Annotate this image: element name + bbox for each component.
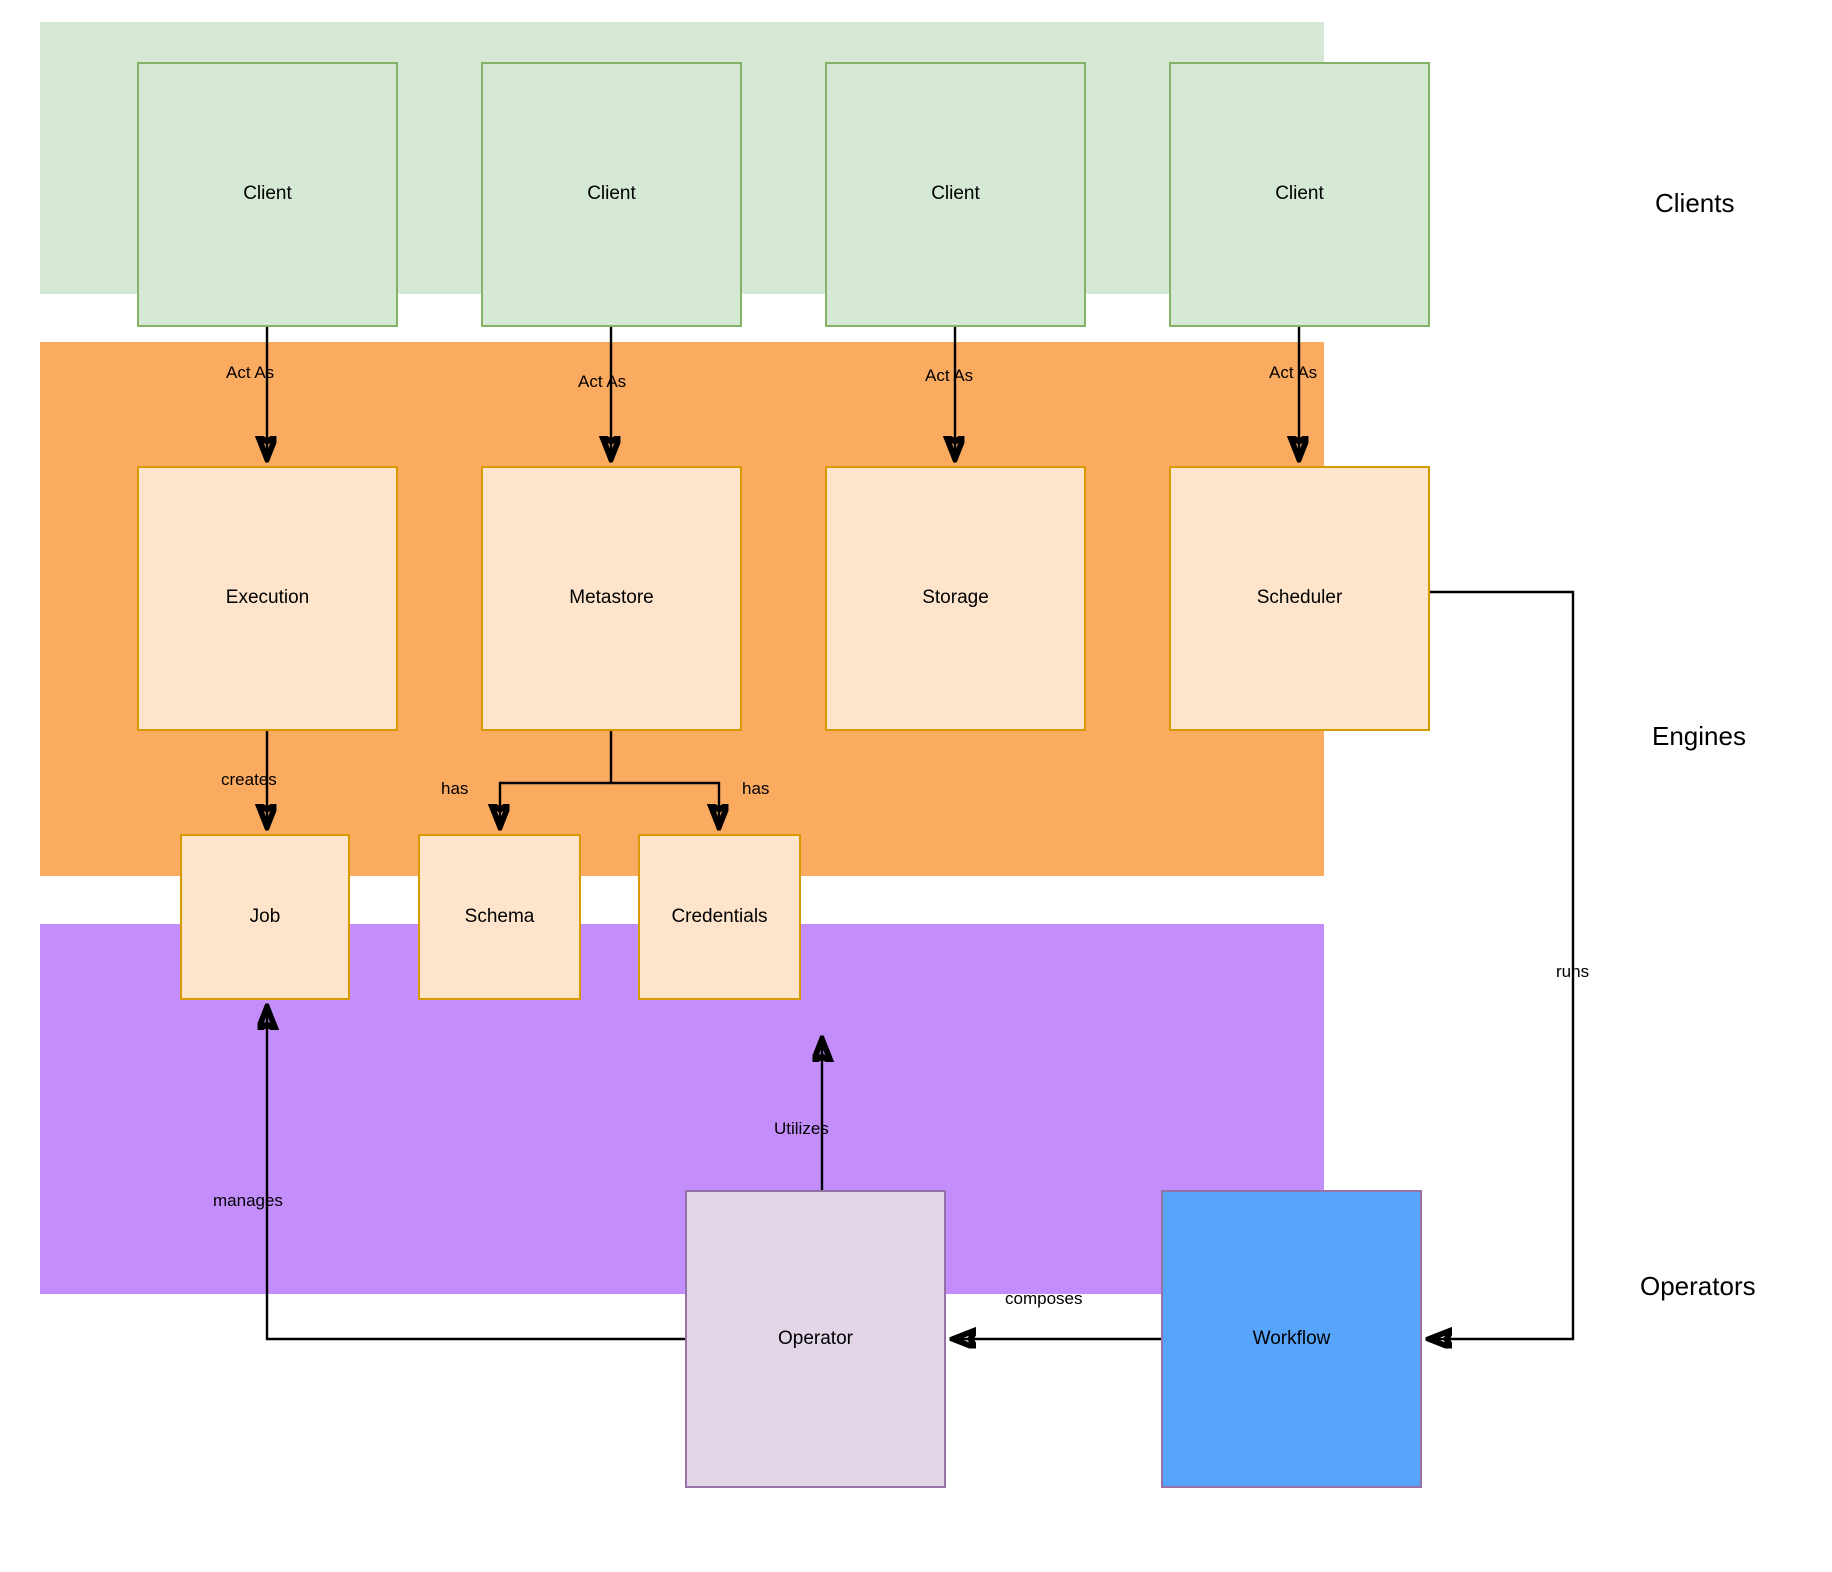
node-label: Workflow — [1252, 1327, 1331, 1349]
node-client-4[interactable]: Client — [1169, 62, 1430, 327]
node-label: Execution — [225, 587, 310, 609]
edge-label-runs: runs — [1556, 962, 1590, 981]
edge-label-has-right: has — [742, 779, 770, 798]
node-label: Metastore — [569, 587, 654, 609]
edge-label-act-as-1: Act As — [226, 363, 275, 382]
node-label: Client — [931, 183, 980, 205]
node-workflow[interactable]: Workflow — [1161, 1190, 1422, 1488]
node-label: Scheduler — [1256, 587, 1343, 609]
node-label: Operator — [778, 1327, 853, 1349]
node-label: Job — [249, 905, 281, 927]
node-job[interactable]: Job — [180, 834, 350, 1000]
band-label-engines: Engines — [1652, 721, 1746, 751]
node-label: Client — [587, 183, 636, 205]
band-label-clients: Clients — [1655, 188, 1735, 218]
diagram-canvas: Clients Engines Operators Client Client … — [0, 0, 1832, 1572]
band-label-operators: Operators — [1640, 1271, 1756, 1301]
node-execution[interactable]: Execution — [137, 466, 398, 731]
node-client-3[interactable]: Client — [825, 62, 1086, 327]
edge-label-act-as-3: Act As — [925, 366, 974, 385]
edge-label-creates: creates — [221, 770, 277, 789]
node-label: Credentials — [671, 905, 768, 927]
edge-label-act-as-4: Act As — [1269, 363, 1318, 382]
node-credentials[interactable]: Credentials — [638, 834, 801, 1000]
node-label: Storage — [922, 587, 989, 609]
edge-label-manages: manages — [213, 1191, 283, 1210]
node-client-2[interactable]: Client — [481, 62, 742, 327]
edge-runs — [1430, 590, 1575, 1339]
edge-label-composes: composes — [1005, 1289, 1083, 1308]
node-schema[interactable]: Schema — [418, 834, 581, 1000]
edge-label-has-left: has — [441, 779, 469, 798]
node-operator[interactable]: Operator — [685, 1190, 946, 1488]
edge-label-utilizes: Utilizes — [774, 1119, 829, 1138]
node-storage[interactable]: Storage — [825, 466, 1086, 731]
node-metastore[interactable]: Metastore — [481, 466, 742, 731]
node-label: Client — [1275, 183, 1324, 205]
node-scheduler[interactable]: Scheduler — [1169, 466, 1430, 731]
edge-label-act-as-2: Act As — [578, 372, 627, 391]
node-label: Schema — [464, 905, 535, 927]
node-client-1[interactable]: Client — [137, 62, 398, 327]
node-label: Client — [243, 183, 292, 205]
